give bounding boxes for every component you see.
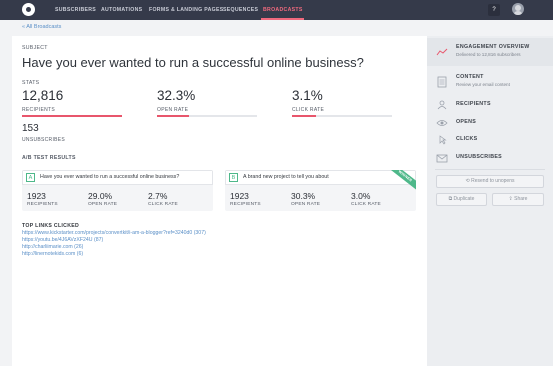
nav-automations[interactable]: AUTOMATIONS bbox=[101, 0, 142, 20]
variant-b-recipients: 1923 bbox=[230, 191, 249, 201]
variant-b-click-rate-label: CLICK RATE bbox=[351, 202, 381, 207]
eye-icon bbox=[436, 118, 448, 128]
sidebar-item-content[interactable]: CONTENT bbox=[456, 74, 484, 80]
variant-a-recipients-label: RECIPIENTS bbox=[27, 202, 58, 207]
stats-label: STATS bbox=[22, 80, 40, 86]
recipients-bar bbox=[22, 115, 122, 117]
open-rate-value: 32.3% bbox=[157, 88, 196, 103]
variant-a-click-rate-label: CLICK RATE bbox=[148, 202, 178, 207]
report-sidebar: ENGAGEMENT OVERVIEW Delivered to 12,816 … bbox=[427, 36, 553, 366]
click-rate-bar-fill bbox=[292, 115, 316, 117]
sidebar-content-sub: Review your email content bbox=[456, 82, 510, 87]
open-rate-bar-fill bbox=[157, 115, 190, 117]
sidebar-engagement-sub: Delivered to 12,816 subscribers bbox=[456, 52, 521, 57]
page-title: Have you ever wanted to run a successful… bbox=[22, 55, 364, 70]
cursor-click-icon bbox=[436, 135, 448, 145]
top-link-item[interactable]: https://www.kickstarter.com/projects/con… bbox=[22, 230, 206, 236]
subject-label: SUBJECT bbox=[22, 45, 48, 51]
top-link-item[interactable]: http://linernotekids.com (6) bbox=[22, 251, 83, 257]
variant-a-open-rate-label: OPEN RATE bbox=[88, 202, 118, 207]
sidebar-item-clicks[interactable]: CLICKS bbox=[456, 136, 478, 142]
sidebar-item-recipients[interactable]: RECIPIENTS bbox=[456, 101, 491, 107]
variant-b-open-rate-label: OPEN RATE bbox=[291, 202, 321, 207]
ab-variant-b: B A brand new project to tell you about … bbox=[225, 170, 416, 211]
variant-a-badge: A bbox=[26, 173, 35, 182]
variant-b-click-rate: 3.0% bbox=[351, 191, 371, 201]
sidebar-item-opens[interactable]: OPENS bbox=[456, 119, 476, 125]
broadcast-report-card: SUBJECT Have you ever wanted to run a su… bbox=[12, 36, 427, 366]
click-rate-label: CLICK RATE bbox=[292, 107, 325, 113]
convertkit-logo-icon[interactable] bbox=[22, 3, 35, 16]
nav-broadcasts[interactable]: BROADCASTS bbox=[263, 0, 303, 20]
sidebar-item-unsubscribes[interactable]: UNSUBSCRIBES bbox=[456, 154, 502, 160]
variant-b-recipients-label: RECIPIENTS bbox=[230, 202, 261, 207]
open-rate-bar bbox=[157, 115, 257, 117]
open-rate-label: OPEN RATE bbox=[157, 107, 189, 113]
variant-b-badge: B bbox=[229, 173, 238, 182]
variant-a-subject: Have you ever wanted to run a successful… bbox=[40, 174, 180, 180]
variant-a-recipients: 1923 bbox=[27, 191, 46, 201]
share-button[interactable]: ⇪ Share bbox=[492, 193, 544, 206]
top-link-item[interactable]: http://charliimarie.com (26) bbox=[22, 244, 83, 250]
nav-forms-landing-pages[interactable]: FORMS & LANDING PAGES bbox=[149, 0, 224, 20]
document-icon bbox=[436, 76, 448, 88]
duplicate-button[interactable]: ⧉ Duplicate bbox=[436, 193, 487, 206]
share-label: Share bbox=[514, 196, 528, 202]
ab-variant-b-header: B A brand new project to tell you about bbox=[225, 170, 416, 185]
nav-active-indicator bbox=[261, 18, 304, 20]
resend-to-unopens-button[interactable]: ⟲ Resend to unopens bbox=[436, 175, 544, 188]
recipients-value: 12,816 bbox=[22, 88, 64, 103]
nav-subscribers[interactable]: SUBSCRIBERS bbox=[55, 0, 96, 20]
ab-variant-a: A Have you ever wanted to run a successf… bbox=[22, 170, 213, 211]
sidebar-item-engagement-overview[interactable]: ENGAGEMENT OVERVIEW bbox=[456, 44, 530, 50]
variant-b-subject: A brand new project to tell you about bbox=[243, 174, 329, 180]
unsubscribes-value: 153 bbox=[22, 123, 39, 134]
variant-a-click-rate: 2.7% bbox=[148, 191, 168, 201]
unsubscribes-label: UNSUBSCRIBES bbox=[22, 137, 66, 143]
click-rate-bar bbox=[292, 115, 392, 117]
recipients-bar-fill bbox=[22, 115, 122, 117]
envelope-icon bbox=[436, 153, 448, 163]
trend-line-icon bbox=[436, 47, 448, 57]
duplicate-label: Duplicate bbox=[453, 196, 475, 202]
users-icon bbox=[436, 100, 448, 110]
resend-label: Resend to unopens bbox=[471, 178, 515, 184]
variant-b-open-rate: 30.3% bbox=[291, 191, 316, 201]
top-links-title: TOP LINKS CLICKED bbox=[22, 223, 80, 229]
ab-variant-a-header: A Have you ever wanted to run a successf… bbox=[22, 170, 213, 185]
help-button[interactable]: ? bbox=[488, 4, 500, 16]
sidebar-divider bbox=[435, 169, 545, 170]
top-navbar: SUBSCRIBERS AUTOMATIONS FORMS & LANDING … bbox=[0, 0, 553, 20]
nav-sequences[interactable]: SEQUENCES bbox=[223, 0, 258, 20]
click-rate-value: 3.1% bbox=[292, 88, 323, 103]
variant-a-open-rate: 29.0% bbox=[88, 191, 113, 201]
recipients-label: RECIPIENTS bbox=[22, 107, 56, 113]
user-avatar[interactable] bbox=[512, 3, 524, 15]
top-link-item[interactable]: https://youtu.be/4J6AVzXF24U (87) bbox=[22, 237, 103, 243]
breadcrumb-all-broadcasts[interactable]: « All Broadcasts bbox=[22, 24, 61, 30]
ab-test-label: A/B TEST RESULTS bbox=[22, 155, 76, 161]
